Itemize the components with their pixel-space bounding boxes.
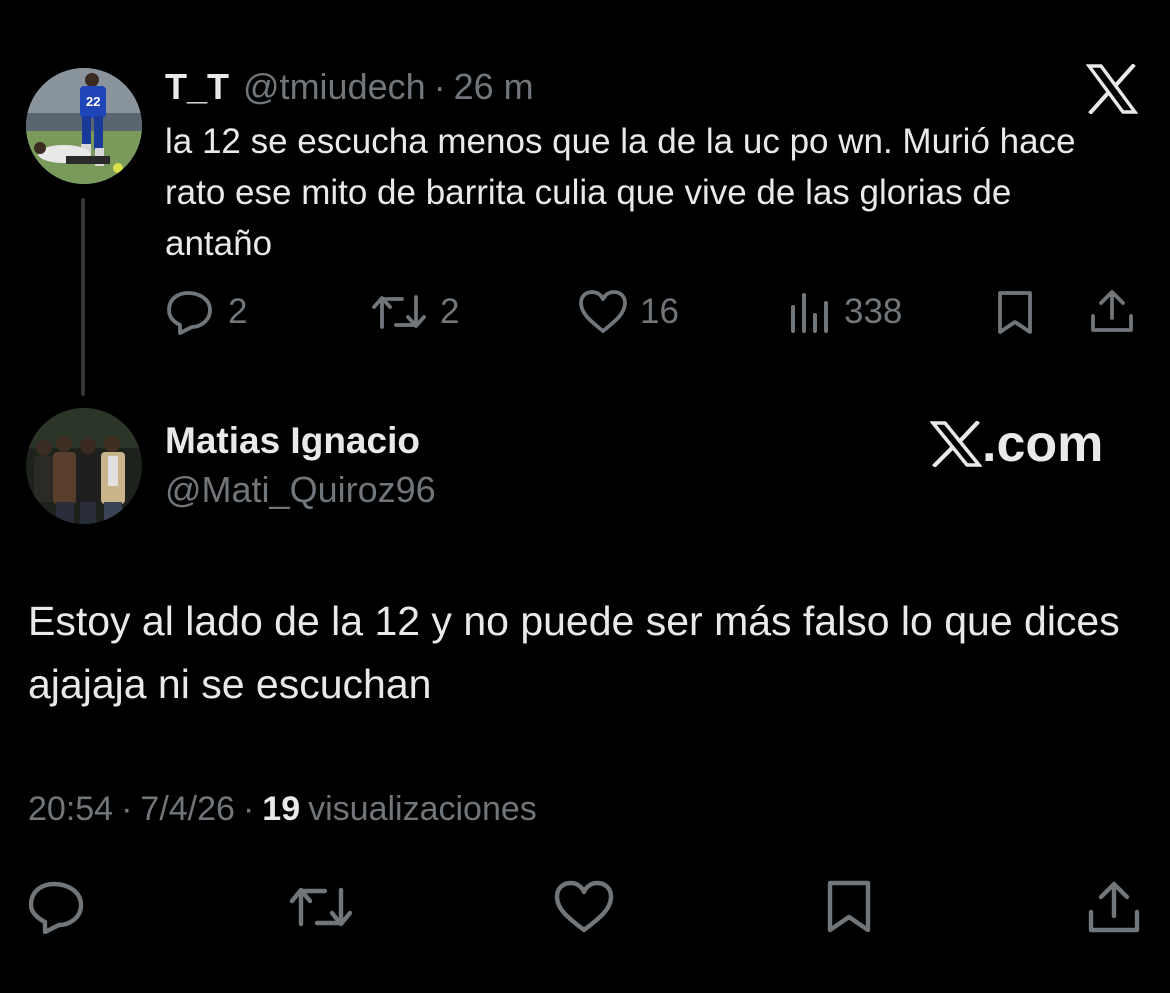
like-icon — [579, 290, 627, 333]
reply-button[interactable] — [28, 880, 86, 939]
like-count: 16 — [640, 292, 679, 331]
repost-icon — [289, 887, 353, 927]
repost-action[interactable]: 2 — [370, 288, 459, 336]
share-button[interactable] — [1086, 880, 1142, 941]
parent-tweet-text: la 12 se escucha menos que la de la uc p… — [165, 122, 1076, 263]
like-button[interactable] — [554, 880, 614, 939]
reply-tweet-text: Estoy al lado de la 12 y no puede ser má… — [28, 598, 1120, 707]
repost-icon — [372, 295, 426, 329]
parent-timestamp[interactable]: 26 m — [454, 66, 534, 108]
share-icon — [1091, 290, 1133, 332]
reply-views-count: 19 — [262, 790, 301, 828]
repost-button[interactable] — [288, 880, 354, 939]
bookmark-icon — [998, 291, 1032, 334]
separator-dot: · — [242, 790, 255, 828]
bookmark-icon — [827, 880, 871, 933]
reply-handle[interactable]: @Mati_Quiroz96 — [165, 469, 436, 511]
separator-dot: · — [121, 790, 133, 828]
parent-handle[interactable]: @tmiudech — [243, 66, 426, 108]
parent-avatar-image: 22 — [26, 68, 142, 184]
thread-line — [81, 198, 85, 396]
views-count: 338 — [844, 292, 903, 331]
parent-avatar[interactable]: 22 — [26, 68, 142, 184]
like-icon — [554, 880, 614, 933]
bookmark-button[interactable] — [994, 290, 1036, 341]
views-icon — [791, 293, 828, 333]
repost-count: 2 — [440, 292, 460, 331]
reply-action[interactable]: 2 — [166, 288, 247, 336]
x-logo-icon — [930, 421, 982, 467]
parent-tweet-header: T_T @tmiudech · 26 m — [165, 66, 534, 110]
share-button[interactable] — [1088, 288, 1136, 341]
reply-icon — [167, 291, 212, 335]
reply-icon — [28, 881, 84, 935]
like-action[interactable]: 16 — [578, 288, 679, 336]
views-action[interactable]: 338 — [788, 288, 902, 336]
parent-display-name[interactable]: T_T — [165, 66, 229, 108]
reply-meta: 20:54 · 7/4/26 · 19 visualizaciones — [28, 790, 537, 829]
separator-dot: · — [433, 66, 446, 107]
reply-avatar-image — [26, 408, 142, 524]
x-com-watermark: .com — [930, 414, 1103, 474]
reply-avatar[interactable] — [26, 408, 142, 524]
share-icon — [1088, 881, 1140, 933]
x-logo-icon — [1085, 63, 1139, 119]
reply-time[interactable]: 20:54 — [28, 790, 113, 829]
watermark-text: .com — [982, 415, 1104, 473]
reply-count: 2 — [228, 292, 248, 331]
svg-text:22: 22 — [86, 94, 100, 109]
reply-date[interactable]: 7/4/26 — [140, 790, 235, 829]
bookmark-button[interactable] — [824, 880, 874, 939]
reply-display-name[interactable]: Matias Ignacio — [165, 420, 420, 462]
reply-views-label: visualizaciones — [308, 790, 537, 828]
